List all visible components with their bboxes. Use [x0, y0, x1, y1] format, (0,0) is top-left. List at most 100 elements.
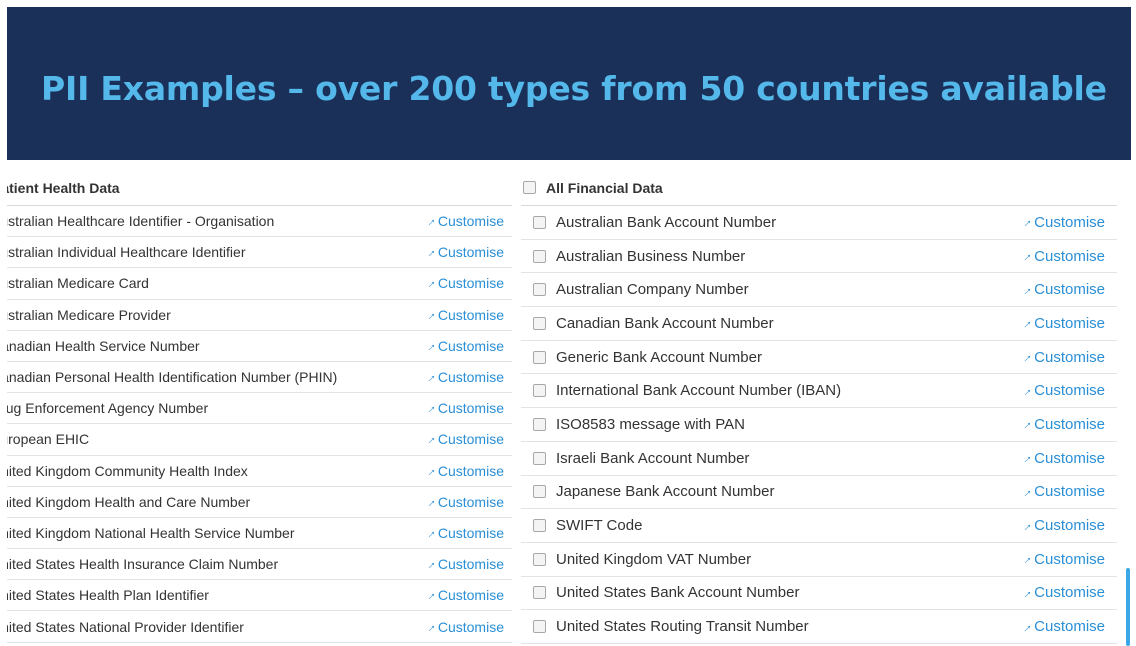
- customise-label: Customise: [1034, 550, 1105, 568]
- list-item: Japanese Bank Account Number → Customise: [521, 476, 1117, 510]
- list-item-label: Australian Individual Healthcare Identif…: [0, 244, 246, 261]
- customise-link[interactable]: → Customise: [1017, 213, 1105, 231]
- customise-link[interactable]: → Customise: [1016, 415, 1105, 434]
- customise-link[interactable]: → Customise: [1017, 348, 1105, 366]
- customise-link[interactable]: → Customise: [421, 461, 504, 479]
- list-item-left: Canadian Personal Health Identification …: [0, 369, 337, 385]
- customise-label: Customise: [437, 369, 504, 386]
- list-item-left: SWIFT Code: [521, 517, 642, 534]
- customise-link[interactable]: → Customise: [421, 305, 504, 323]
- customise-label: Customise: [1034, 415, 1105, 433]
- checkbox-icon[interactable]: [533, 384, 546, 398]
- list-item: Australian Medicare Card → Customise: [0, 268, 512, 300]
- checkbox-icon[interactable]: [533, 620, 546, 634]
- customise-link[interactable]: → Customise: [1016, 617, 1105, 636]
- list-item: Generic Bank Account Number → Customise: [521, 341, 1117, 375]
- checkbox-icon[interactable]: [533, 249, 546, 263]
- customise-link[interactable]: → Customise: [421, 212, 504, 230]
- customise-link[interactable]: → Customise: [420, 399, 504, 418]
- wrench-icon: →: [420, 399, 440, 418]
- customise-link[interactable]: → Customise: [1017, 281, 1105, 299]
- customise-link[interactable]: → Customise: [1017, 483, 1105, 501]
- wrench-icon: →: [1016, 550, 1036, 569]
- checkbox-icon[interactable]: [533, 417, 546, 431]
- customise-link[interactable]: → Customise: [420, 336, 504, 356]
- list-item: SWIFT Code → Customise: [521, 509, 1117, 543]
- customise-label: Customise: [1034, 618, 1105, 636]
- customise-label: Customise: [1034, 483, 1105, 501]
- list-item-label: United Kingdom National Health Service N…: [0, 524, 295, 541]
- list-item-left: United Kingdom Health and Care Number: [0, 494, 250, 510]
- customise-label: Customise: [437, 587, 504, 604]
- checkbox-icon[interactable]: [533, 552, 546, 566]
- customise-label: Customise: [437, 213, 504, 230]
- checkbox-icon[interactable]: [523, 181, 536, 194]
- checkbox-icon[interactable]: [533, 451, 546, 465]
- wrench-icon: →: [420, 523, 440, 543]
- list-item-left: Japanese Bank Account Number: [521, 483, 774, 500]
- title-banner: PII Examples – over 200 types from 50 co…: [7, 7, 1131, 160]
- customise-link[interactable]: → Customise: [1017, 314, 1105, 332]
- customise-label: Customise: [1034, 449, 1105, 467]
- customise-link[interactable]: → Customise: [1017, 382, 1105, 400]
- list-item: United States Health Plan Identifier → Cus…: [0, 580, 512, 612]
- customise-link[interactable]: → Customise: [421, 586, 504, 604]
- list-item: Canadian Bank Account Number → Customise: [521, 307, 1117, 341]
- wrench-icon: →: [1016, 448, 1036, 468]
- checkbox-icon[interactable]: [533, 215, 546, 229]
- list-item-label: Israeli Bank Account Number: [556, 449, 750, 467]
- list-item-label: International Bank Account Number (IBAN): [556, 382, 842, 400]
- list-item-label: United States Routing Transit Number: [556, 618, 809, 636]
- checkbox-icon[interactable]: [533, 519, 546, 533]
- slide-title: PII Examples – over 200 types from 50 co…: [41, 69, 1107, 108]
- customise-link[interactable]: → Customise: [1017, 247, 1105, 265]
- list-item-left: Israeli Bank Account Number: [521, 450, 749, 467]
- customise-link[interactable]: → Customise: [1016, 550, 1105, 569]
- list-item-left: Generic Bank Account Number: [521, 349, 762, 366]
- scrollbar-thumb[interactable]: [1126, 568, 1130, 646]
- wrench-icon: →: [420, 336, 440, 356]
- customise-label: Customise: [437, 337, 504, 354]
- list-item-label: United Kingdom Community Health Index: [0, 462, 248, 479]
- list-item-label: Australian Bank Account Number: [556, 213, 777, 231]
- customise-link[interactable]: → Customise: [420, 492, 504, 511]
- list-item-label: Australian Medicare Card: [0, 275, 149, 292]
- checkbox-icon[interactable]: [533, 316, 546, 330]
- wrench-icon: →: [420, 492, 440, 511]
- customise-label: Customise: [1034, 281, 1105, 299]
- list-item-left: United States Routing Transit Number: [521, 618, 809, 635]
- checkbox-icon[interactable]: [533, 350, 546, 364]
- customise-link[interactable]: → Customise: [421, 368, 504, 386]
- list-item-left: Australian Business Number: [521, 248, 745, 265]
- customise-link[interactable]: → Customise: [420, 243, 504, 262]
- list-item-label: United States Bank Account Number: [556, 584, 800, 602]
- wrench-icon: →: [420, 243, 440, 262]
- wrench-icon: →: [1016, 617, 1036, 636]
- checkbox-icon[interactable]: [533, 283, 546, 297]
- customise-link[interactable]: → Customise: [1016, 448, 1105, 468]
- list-item: Drug Enforcement Agency Number → Customise: [0, 393, 512, 425]
- customise-link[interactable]: → Customise: [1016, 516, 1105, 535]
- health-data-panel: Patient Health Data Australian Healthcar…: [0, 170, 512, 646]
- customise-link[interactable]: → Customise: [1017, 584, 1105, 602]
- checkbox-icon[interactable]: [533, 485, 546, 499]
- wrench-icon: →: [1016, 516, 1036, 535]
- list-item-label: Australian Medicare Provider: [0, 306, 171, 323]
- customise-link[interactable]: → Customise: [420, 523, 504, 543]
- customise-label: Customise: [437, 244, 504, 261]
- list-item: United Kingdom VAT Number → Customise: [521, 543, 1117, 577]
- list-item: Australian Bank Account Number → Customise: [521, 206, 1117, 240]
- wrench-icon: →: [1016, 415, 1036, 434]
- list-item-label: United States National Provider Identifi…: [0, 618, 244, 635]
- customise-link[interactable]: → Customise: [421, 430, 504, 448]
- customise-link[interactable]: → Customise: [420, 554, 504, 574]
- customise-link[interactable]: → Customise: [421, 617, 504, 635]
- list-item: Australian Company Number → Customise: [521, 273, 1117, 308]
- wrench-icon: →: [420, 274, 440, 293]
- checkbox-icon[interactable]: [533, 586, 546, 600]
- list-item-left: Australian Bank Account Number: [521, 214, 776, 231]
- list-item-left: United Kingdom VAT Number: [521, 551, 751, 568]
- financial-data-header-label: All Financial Data: [546, 179, 663, 196]
- wrench-icon: →: [420, 554, 440, 574]
- customise-link[interactable]: → Customise: [420, 274, 504, 293]
